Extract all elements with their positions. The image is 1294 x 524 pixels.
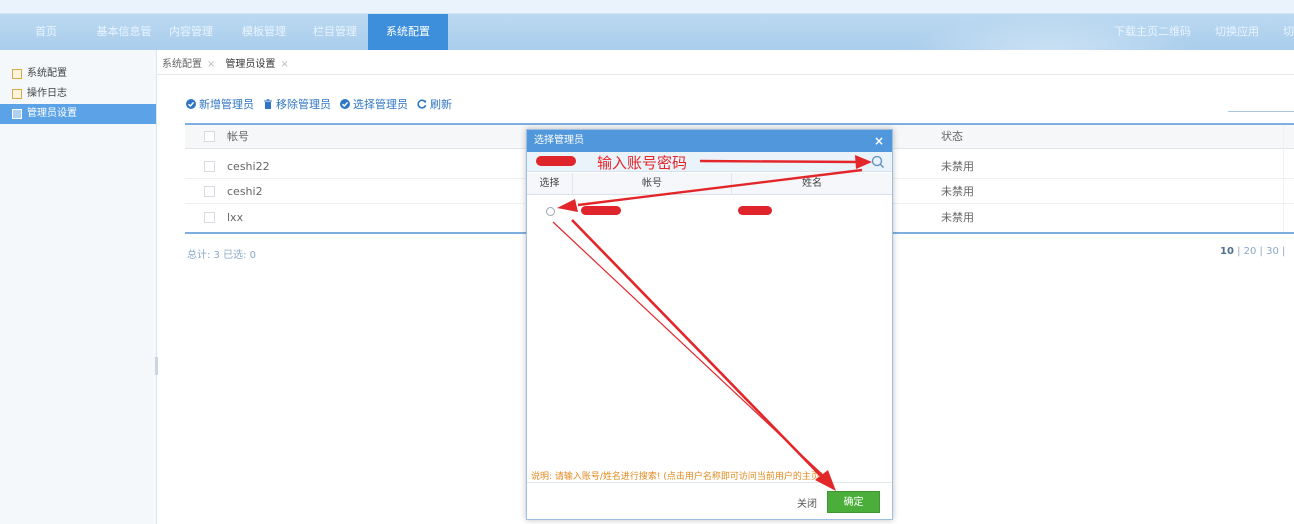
main-nav: 首页 基本信息管理 内容管理 模板管理 栏目管理 系统配置 [0,14,448,74]
account-cell: lxx [227,211,244,224]
column-divider [1283,125,1284,232]
nav-template[interactable]: 模板管理 [226,14,302,50]
refresh-label: 刷新 [430,98,452,111]
top-links: 下载主页二维码 切换应用 切 [1090,14,1294,50]
select-admin-dialog: 选择管理员 × 选择 帐号 姓名 说明: 请输入账号/姓名进行搜索! (点击用户… [526,129,893,520]
search-input[interactable] [535,152,865,172]
close-icon[interactable]: × [280,56,288,74]
redacted-account [581,206,621,215]
refresh-icon [417,99,427,109]
remove-admin-button[interactable]: 移除管理员 [263,96,331,112]
dialog-title: 选择管理员 [534,135,584,146]
row-checkbox[interactable] [204,212,215,223]
account-cell: ceshi2 [227,185,263,198]
check-circle-icon [340,99,350,109]
sidebar-item-label: 操作日志 [27,88,67,99]
download-qr-link[interactable]: 下载主页二维码 [1114,14,1191,50]
dialog-help-text: 说明: 请输入账号/姓名进行搜索! (点击用户名称即可访问当前用户的主页) [531,472,824,482]
sidebar-item-admin-settings[interactable]: 管理员设置 [0,104,156,124]
select-radio[interactable] [546,207,555,216]
status-cell: 未禁用 [941,160,974,173]
nav-column[interactable]: 栏目管理 [302,14,368,50]
confirm-button[interactable]: 确定 [827,491,880,513]
annotation-label: 输入账号密码 [597,154,688,172]
redacted-name [738,206,772,215]
column-status: 状态 [941,130,963,143]
select-admin-button[interactable]: 选择管理员 [340,96,408,112]
close-button[interactable]: 关闭 [797,495,817,510]
page-tabs: 系统配置 × 管理员设置 × [162,56,299,74]
close-icon[interactable]: × [207,56,215,74]
page-size-options[interactable]: | 20 | 30 | [1234,246,1285,257]
folder-icon [12,109,22,119]
nav-system-config[interactable]: 系统配置 [368,14,448,50]
column-account: 帐号 [227,130,249,143]
search-input[interactable] [1228,111,1294,112]
nav-home[interactable]: 首页 [0,14,92,50]
switch-app-link[interactable]: 切换应用 [1215,14,1259,50]
sidebar: 系统配置 操作日志 管理员设置 [0,50,157,524]
select-all-checkbox[interactable] [204,131,215,142]
column-name: 姓名 [802,178,822,189]
column-select: 选择 [539,178,560,189]
selection-summary: 总计: 3 已选: 0 [187,250,256,261]
dialog-search-bar [527,152,892,172]
sidebar-collapse-handle[interactable] [155,357,158,375]
remove-admin-label: 移除管理员 [276,98,331,111]
search-icon[interactable] [870,154,886,170]
status-cell: 未禁用 [941,185,974,198]
select-admin-label: 选择管理员 [353,98,408,111]
add-admin-button[interactable]: 新增管理员 [186,96,254,112]
tab-label: 系统配置 [162,59,202,70]
sidebar-item-operation-log[interactable]: 操作日志 [0,84,156,104]
page-size-current[interactable]: 10 [1220,246,1234,257]
page-size-selector[interactable]: 10 | 20 | 30 | [1220,246,1285,257]
dialog-header: 选择管理员 × [527,130,892,152]
close-icon[interactable]: × [874,130,884,152]
dialog-footer: 关闭 确定 [527,482,892,519]
add-admin-label: 新增管理员 [199,98,254,111]
sidebar-item-system-config[interactable]: 系统配置 [0,64,156,84]
refresh-button[interactable]: 刷新 [417,96,452,112]
sidebar-item-label: 系统配置 [27,68,67,79]
sidebar-item-label: 管理员设置 [27,108,77,119]
tab-admin-settings[interactable]: 管理员设置 × [225,56,288,74]
column-account: 帐号 [642,178,662,189]
tabs-divider [157,74,1294,75]
account-cell: ceshi22 [227,160,270,173]
nav-basic-info[interactable]: 基本信息管理 [92,14,156,74]
row-checkbox[interactable] [204,161,215,172]
check-circle-icon [186,99,196,109]
dialog-table-header: 选择 帐号 姓名 [527,173,892,195]
status-cell: 未禁用 [941,211,974,224]
nav-content[interactable]: 内容管理 [156,14,226,50]
top-bar: 首页 基本信息管理 内容管理 模板管理 栏目管理 系统配置 下载主页二维码 切换… [0,0,1294,74]
switch-more-link[interactable]: 切 [1283,14,1294,50]
row-checkbox[interactable] [204,186,215,197]
trash-icon [264,99,272,109]
folder-icon [12,69,22,79]
folder-icon [12,89,22,99]
redacted-search-text [536,156,576,166]
toolbar: 新增管理员 移除管理员 选择管理员 刷新 [186,96,461,112]
tab-label: 管理员设置 [225,59,276,70]
tab-system-config[interactable]: 系统配置 × [162,56,215,74]
